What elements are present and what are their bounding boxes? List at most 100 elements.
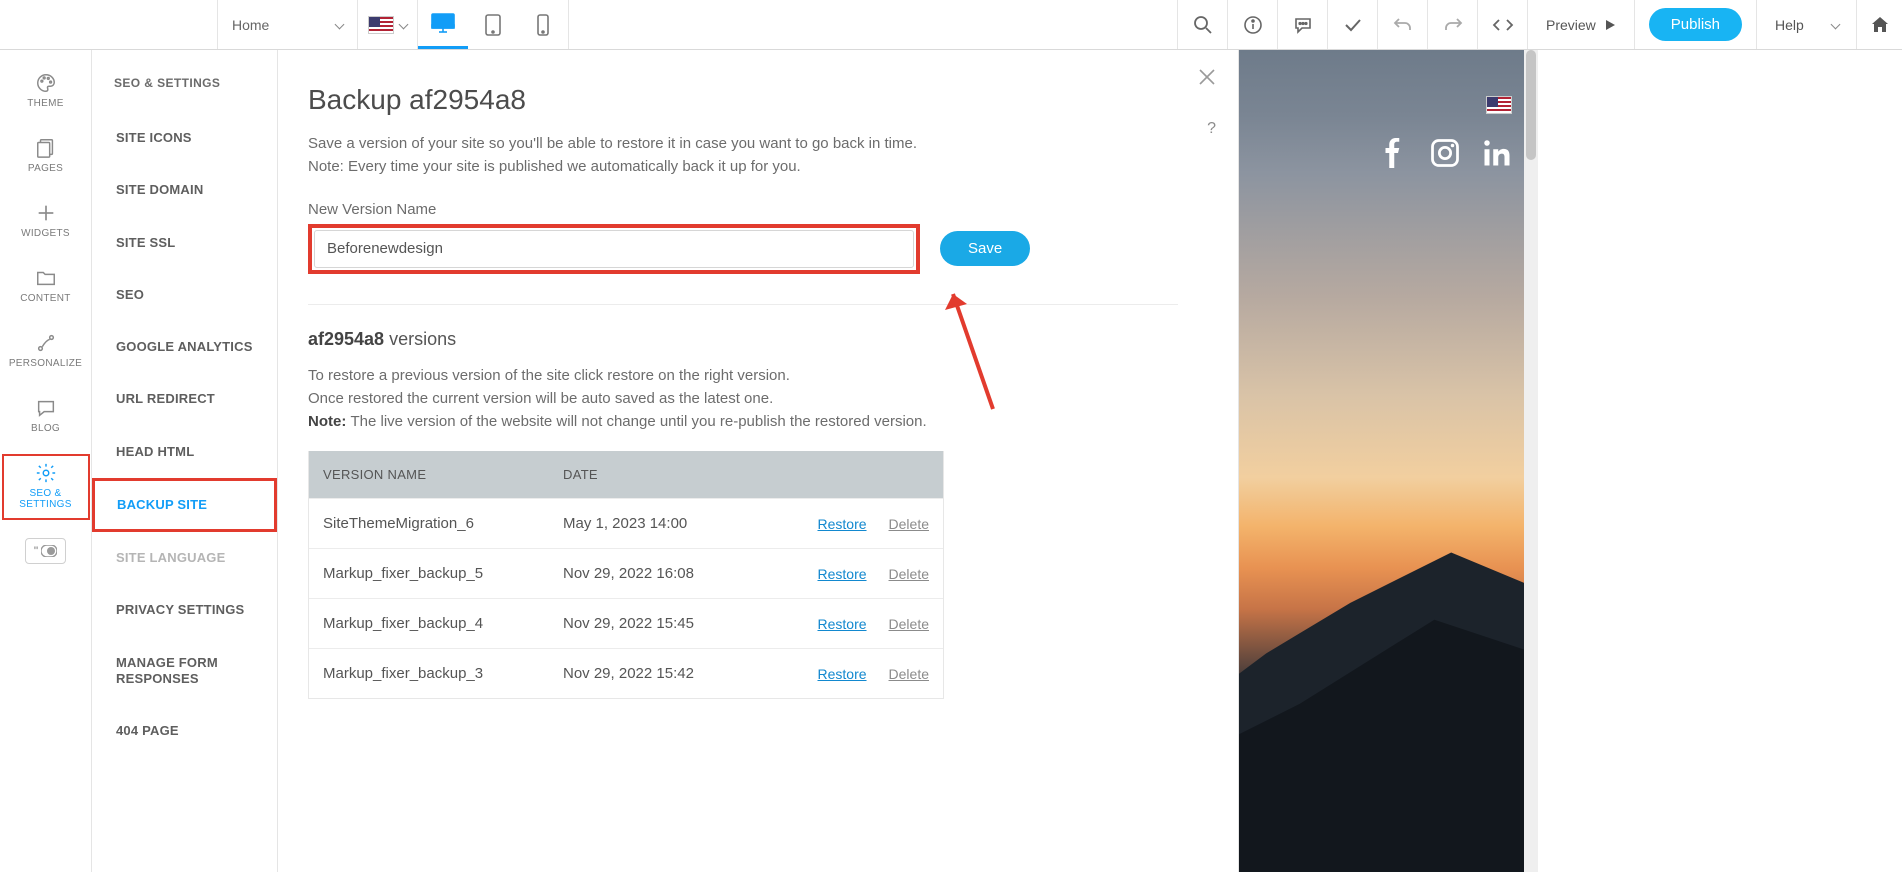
- play-icon: [1604, 19, 1616, 31]
- restore-link[interactable]: Restore: [818, 616, 867, 632]
- version-name-input[interactable]: [314, 230, 914, 268]
- versions-title: af2954a8 versions: [308, 329, 1208, 350]
- dev-mode-button[interactable]: [1477, 0, 1527, 49]
- version-date: Nov 29, 2022 16:08: [563, 565, 803, 582]
- rail-dev-toggle[interactable]: ": [25, 538, 66, 564]
- versions-word: versions: [384, 329, 456, 349]
- rail-widgets[interactable]: WIDGETS: [2, 194, 90, 249]
- rail-content[interactable]: CONTENT: [2, 259, 90, 314]
- col-head-date: DATE: [563, 467, 803, 482]
- device-desktop-button[interactable]: [418, 0, 468, 49]
- submenu-google-analytics[interactable]: GOOGLE ANALYTICS: [92, 321, 277, 373]
- rail-seo-settings[interactable]: SEO & SETTINGS: [2, 454, 90, 520]
- versions-table-head: VERSION NAME DATE: [309, 451, 943, 498]
- help-dropdown[interactable]: Help: [1756, 0, 1856, 49]
- site-preview-pane: [1238, 50, 1538, 872]
- version-name-row: Save: [308, 224, 1208, 274]
- rail-label: CONTENT: [20, 293, 70, 304]
- toolbar-flex-spacer: [569, 0, 1177, 49]
- table-row: Markup_fixer_backup_4 Nov 29, 2022 15:45…: [309, 598, 943, 648]
- rail-personalize[interactable]: PERSONALIZE: [2, 324, 90, 379]
- preview-button[interactable]: Preview: [1527, 0, 1634, 49]
- table-row: Markup_fixer_backup_3 Nov 29, 2022 15:42…: [309, 648, 943, 698]
- redo-button[interactable]: [1427, 0, 1477, 49]
- delete-link[interactable]: Delete: [889, 616, 929, 632]
- main-layout: THEME PAGES WIDGETS CONTENT PERSONALIZE …: [0, 50, 1902, 872]
- note-text: The live version of the website will not…: [351, 413, 927, 430]
- device-mobile-button[interactable]: [518, 0, 568, 49]
- rail-pages[interactable]: PAGES: [2, 129, 90, 184]
- backup-description-1: Save a version of your site so you'll be…: [308, 132, 1208, 155]
- preview-social-icons: [1378, 138, 1512, 168]
- submenu-privacy-settings[interactable]: PRIVACY SETTINGS: [92, 584, 277, 636]
- chevron-down-icon: [336, 17, 343, 33]
- version-date: Nov 29, 2022 15:42: [563, 665, 803, 682]
- toolbar-left-spacer: [0, 0, 218, 49]
- delete-link[interactable]: Delete: [889, 566, 929, 582]
- rail-theme[interactable]: THEME: [2, 64, 90, 119]
- left-rail: THEME PAGES WIDGETS CONTENT PERSONALIZE …: [0, 50, 92, 872]
- device-tablet-button[interactable]: [468, 0, 518, 49]
- quote-icon: ": [34, 544, 38, 558]
- close-icon: [1198, 68, 1216, 86]
- search-button[interactable]: [1177, 0, 1227, 49]
- scrollbar-thumb[interactable]: [1526, 50, 1536, 160]
- page-select-dropdown[interactable]: Home: [218, 0, 358, 49]
- note-label: Note:: [308, 413, 351, 430]
- palette-icon: [35, 72, 57, 94]
- pages-icon: [35, 137, 57, 159]
- close-panel-button[interactable]: [1198, 68, 1216, 86]
- help-label: Help: [1775, 17, 1804, 33]
- submenu-url-redirect[interactable]: URL REDIRECT: [92, 373, 277, 425]
- delete-link[interactable]: Delete: [889, 666, 929, 682]
- submenu-manage-form-responses[interactable]: MANAGE FORM RESPONSES: [92, 637, 277, 706]
- preview-flag-icon[interactable]: [1486, 96, 1512, 114]
- language-flag-dropdown[interactable]: [358, 0, 418, 49]
- delete-link[interactable]: Delete: [889, 516, 929, 532]
- comment-button[interactable]: [1277, 0, 1327, 49]
- preview-scrollbar[interactable]: [1524, 50, 1538, 872]
- rail-label: PAGES: [28, 163, 63, 174]
- submenu-backup-site[interactable]: BACKUP SITE: [92, 478, 277, 532]
- submenu-head-html[interactable]: HEAD HTML: [92, 426, 277, 478]
- backup-description-2: Note: Every time your site is published …: [308, 155, 1208, 178]
- version-date: Nov 29, 2022 15:45: [563, 615, 803, 632]
- publish-button[interactable]: Publish: [1649, 8, 1742, 41]
- restore-link[interactable]: Restore: [818, 666, 867, 682]
- rail-label: SEO & SETTINGS: [4, 488, 88, 510]
- restore-link[interactable]: Restore: [818, 516, 867, 532]
- submenu-404-page[interactable]: 404 PAGE: [92, 705, 277, 757]
- save-button[interactable]: Save: [940, 231, 1030, 266]
- chat-icon: [35, 397, 57, 419]
- rail-label: BLOG: [31, 423, 60, 434]
- submenu-site-ssl[interactable]: SITE SSL: [92, 217, 277, 269]
- facebook-icon[interactable]: [1378, 138, 1408, 168]
- preview-mountain: [1238, 502, 1538, 872]
- instagram-icon[interactable]: [1430, 138, 1460, 168]
- settings-content-panel: ? Backup af2954a8 Save a version of your…: [278, 50, 1238, 872]
- preview-label: Preview: [1546, 17, 1596, 33]
- submenu-seo[interactable]: SEO: [92, 269, 277, 321]
- rail-blog[interactable]: BLOG: [2, 389, 90, 444]
- undo-button[interactable]: [1377, 0, 1427, 49]
- highlight-annotation: [308, 224, 920, 274]
- done-check-button[interactable]: [1327, 0, 1377, 49]
- submenu-site-domain[interactable]: SITE DOMAIN: [92, 164, 277, 216]
- info-button[interactable]: [1227, 0, 1277, 49]
- submenu-site-icons[interactable]: SITE ICONS: [92, 112, 277, 164]
- version-date: May 1, 2023 14:00: [563, 515, 803, 532]
- linkedin-icon[interactable]: [1482, 138, 1512, 168]
- toggle-icon: [41, 545, 57, 557]
- restore-desc-1: To restore a previous version of the sit…: [308, 364, 1208, 387]
- version-name: Markup_fixer_backup_5: [323, 565, 563, 582]
- publish-wrap: Publish: [1634, 0, 1756, 49]
- rail-label: PERSONALIZE: [9, 358, 82, 369]
- col-head-actions: [803, 467, 929, 482]
- home-button[interactable]: [1856, 0, 1902, 49]
- restore-link[interactable]: Restore: [818, 566, 867, 582]
- page-select-label: Home: [232, 17, 269, 33]
- gear-icon: [35, 462, 57, 484]
- context-help-button[interactable]: ?: [1207, 120, 1216, 138]
- submenu-site-language: SITE LANGUAGE: [92, 532, 277, 584]
- restore-desc-2: Once restored the current version will b…: [308, 387, 1208, 410]
